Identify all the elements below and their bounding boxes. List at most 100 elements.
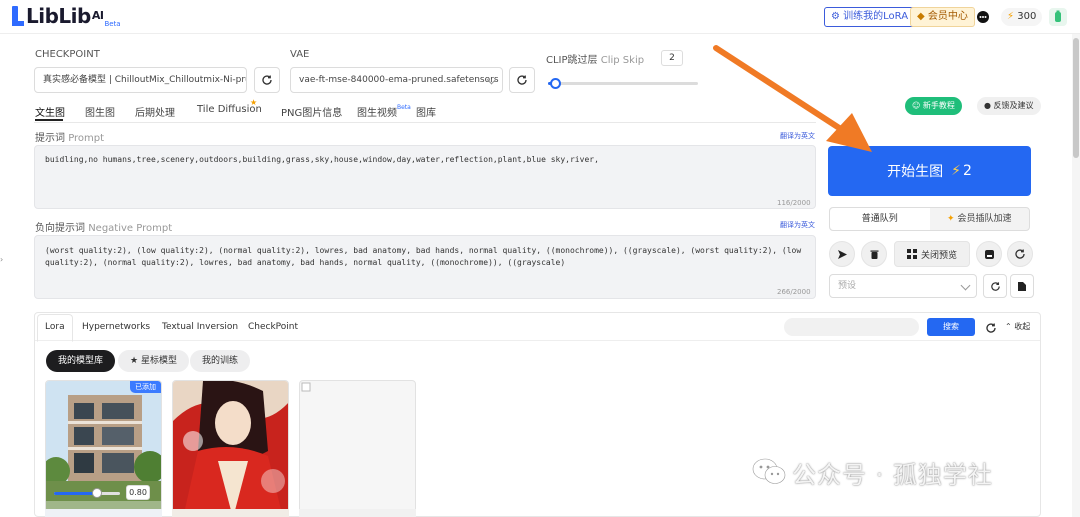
member-center-button[interactable]: ◆ 会员中心 <box>910 7 975 27</box>
generate-label: 开始生图 <box>887 164 944 180</box>
tab-img2video[interactable]: 图生视频Beta <box>357 104 411 119</box>
close-preview-button[interactable]: 关闭预览 <box>894 241 970 267</box>
prompt-textarea[interactable]: buidling,no humans,tree,scenery,outdoors… <box>34 145 816 209</box>
watermark-text: 公众号 · 孤独学社 <box>792 460 993 489</box>
queue-vip-option[interactable]: ✦ 会员插队加速 <box>930 208 1030 230</box>
preset-refresh-button[interactable] <box>983 274 1007 298</box>
clip-skip-handle[interactable] <box>550 78 561 89</box>
diamond-icon: ◆ <box>917 11 925 22</box>
feedback-button[interactable]: ● 反馈及建议 <box>977 97 1041 115</box>
lora-weight-fill <box>54 492 97 495</box>
tab-active-underline <box>35 119 63 121</box>
vae-value: vae-ft-mse-840000-ema-pruned.safetensors <box>299 75 499 85</box>
tab-img2img[interactable]: 图生图 <box>85 104 115 119</box>
tab-img2video-label: 图生视频 <box>357 108 397 119</box>
tabs-divider <box>34 122 816 123</box>
prompt-counter: 116/2000 <box>777 199 811 207</box>
tab-beta-badge: Beta <box>397 104 411 111</box>
lightning-icon: ⚡ <box>951 163 961 179</box>
preset-save-button[interactable] <box>1010 274 1034 298</box>
refresh-models-button[interactable] <box>985 319 997 338</box>
refresh-checkpoint-button[interactable] <box>254 67 280 93</box>
tab-postprocess[interactable]: 后期处理 <box>135 104 175 119</box>
chip-starred-label: 星标模型 <box>140 356 177 366</box>
wechat-watermark: 公众号 · 孤独学社 <box>752 452 993 492</box>
tab-checkpoint[interactable]: CheckPoint <box>248 322 298 332</box>
feedback-label: 反馈及建议 <box>993 101 1034 110</box>
vae-select[interactable]: vae-ft-mse-840000-ema-pruned.safetensors <box>290 67 503 93</box>
lora-weight-value[interactable]: 0.80 <box>126 485 150 500</box>
prompt-label: 提示词 Prompt <box>35 129 104 144</box>
preset-select[interactable]: 预设 <box>829 274 977 298</box>
collapse-label: 收起 <box>1014 322 1031 331</box>
added-badge: 已添加 <box>130 381 161 393</box>
tab-lora-active-frame <box>37 314 73 342</box>
checkpoint-select[interactable]: 真实感必备模型 | ChilloutMix_Chilloutmix-Ni-pru… <box>34 67 247 93</box>
gear-icon: ⚙ <box>831 11 840 22</box>
liblib-logo[interactable]: LibLib AI Beta <box>12 6 121 28</box>
model-search-input[interactable] <box>784 318 919 336</box>
send-button[interactable] <box>829 241 855 267</box>
delete-button[interactable] <box>861 241 887 267</box>
card-caption-strip <box>299 509 416 517</box>
star-icon: ★ <box>250 98 258 107</box>
anime-girl-thumbnail <box>173 381 288 516</box>
queue-normal-option[interactable]: 普通队列 <box>830 208 930 230</box>
chip-my-models[interactable]: 我的模型库 <box>46 350 116 372</box>
negative-prompt-text: (worst quality:2), (low quality:2), (nor… <box>45 246 802 267</box>
model-card[interactable] <box>172 380 289 517</box>
tab-gallery[interactable]: 图库 <box>416 104 436 119</box>
refresh-icon <box>517 75 527 85</box>
lora-weight-handle[interactable] <box>91 488 102 498</box>
lora-weight-slider[interactable] <box>54 488 120 498</box>
negative-label-en: Negative Prompt <box>88 223 173 234</box>
tab-textual-inversion[interactable]: Textual Inversion <box>162 322 238 332</box>
model-card[interactable] <box>299 380 416 517</box>
negative-prompt-textarea[interactable]: (worst quality:2), (low quality:2), (nor… <box>34 235 816 299</box>
queue-toggle: 普通队列 ✦ 会员插队加速 <box>829 207 1030 231</box>
refresh-vae-button[interactable] <box>509 67 535 93</box>
file-icon <box>1018 281 1026 291</box>
card-caption-strip <box>45 509 162 517</box>
scrollbar-thumb[interactable] <box>1073 38 1079 158</box>
save-button[interactable] <box>976 241 1002 267</box>
tab-hypernetworks[interactable]: Hypernetworks <box>82 322 150 332</box>
points-badge[interactable]: ⚡ 300 <box>1001 8 1043 26</box>
negative-prompt-label: 负向提示词 Negative Prompt <box>35 219 172 234</box>
tab-txt2img[interactable]: 文生图 <box>35 104 65 119</box>
chat-icon: ● <box>984 101 991 110</box>
model-card[interactable]: 已添加 0.80 <box>45 380 162 517</box>
tab-png-info[interactable]: PNG图片信息 <box>281 104 342 119</box>
scrollbar-track[interactable] <box>1072 34 1080 517</box>
clip-skip-label: CLIP跳过层 Clip Skip <box>546 51 644 66</box>
reload-button[interactable] <box>1007 241 1033 267</box>
checkpoint-label: CHECKPOINT <box>35 49 100 60</box>
search-button[interactable]: 搜索 <box>927 318 975 336</box>
tutorial-button[interactable]: ☺ 新手教程 <box>905 97 962 115</box>
logo-ai: AI <box>91 9 104 22</box>
train-lora-label: 训练我的LoRA <box>843 11 909 22</box>
preset-placeholder: 预设 <box>838 281 857 291</box>
prompt-label-en: Prompt <box>68 133 105 144</box>
chip-my-training[interactable]: 我的训练 <box>190 350 251 372</box>
chip-starred-models[interactable]: ★ 星标模型 <box>118 350 189 372</box>
chevron-up-icon: ⌃ <box>1005 322 1012 331</box>
sparkle-icon: ✦ <box>947 214 955 224</box>
generate-cost: 2 <box>962 163 972 179</box>
left-collapse-handle[interactable]: › <box>0 255 3 264</box>
train-lora-button[interactable]: ⚙ 训练我的LoRA <box>824 7 916 27</box>
message-icon[interactable] <box>975 9 991 25</box>
member-center-label: 会员中心 <box>927 11 968 22</box>
clip-skip-input[interactable]: 2 <box>661 50 683 66</box>
negative-translate-link[interactable]: 翻译为英文 <box>780 220 815 230</box>
clip-skip-slider[interactable] <box>548 78 698 89</box>
star-icon: ★ <box>130 356 139 366</box>
collapse-button[interactable]: ⌃ 收起 <box>1005 321 1030 332</box>
card-caption-strip <box>172 509 289 517</box>
avatar[interactable] <box>1049 8 1067 26</box>
orange-arrow-annotation <box>713 45 872 152</box>
save-icon <box>984 249 994 259</box>
trash-icon <box>870 250 878 259</box>
refresh-icon <box>990 281 1000 291</box>
wechat-icon <box>752 458 786 484</box>
